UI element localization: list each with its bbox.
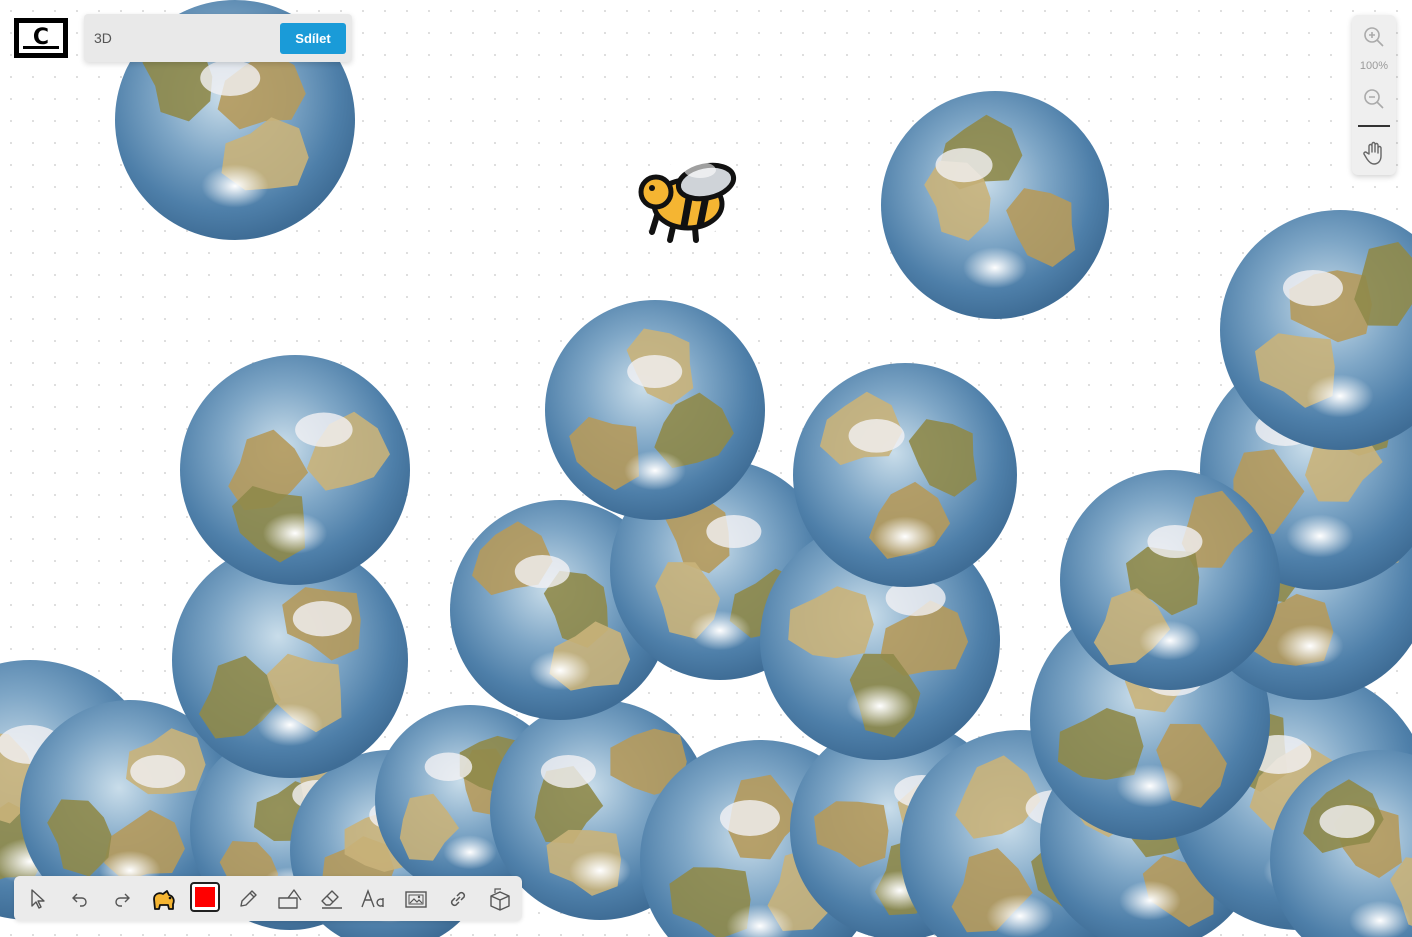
room-name-input[interactable]	[84, 14, 274, 62]
color-picker[interactable]	[190, 882, 220, 912]
eraser-icon[interactable]	[315, 882, 349, 916]
zoom-divider	[1358, 125, 1390, 127]
link-icon[interactable]	[441, 882, 475, 916]
globe-object[interactable]	[1060, 470, 1280, 690]
current-color-swatch	[195, 887, 215, 907]
select-arrow-icon[interactable]	[21, 882, 55, 916]
globe-object[interactable]	[180, 355, 410, 585]
undo-icon[interactable]	[63, 882, 97, 916]
sticker-icon[interactable]	[147, 882, 181, 916]
shapes-icon[interactable]	[273, 882, 307, 916]
text-icon[interactable]	[357, 882, 391, 916]
zoom-out-icon[interactable]	[1352, 83, 1396, 115]
bottom-toolbar	[14, 876, 522, 921]
image-icon[interactable]	[399, 882, 433, 916]
globe-stack	[0, 0, 1412, 937]
zoom-in-icon[interactable]	[1352, 21, 1396, 53]
zoom-panel: 100%	[1352, 15, 1396, 175]
globe-object[interactable]	[881, 91, 1109, 319]
bee-icon[interactable]	[638, 161, 737, 243]
share-button[interactable]: Sdílet	[280, 23, 346, 54]
pencil-icon[interactable]	[231, 882, 265, 916]
globe-object[interactable]	[545, 300, 765, 520]
zoom-level: 100%	[1359, 60, 1389, 72]
logo-icon: C	[19, 23, 63, 53]
3d-object-icon[interactable]	[483, 882, 517, 916]
whiteboard-canvas[interactable]	[0, 0, 1412, 937]
app-logo[interactable]: C	[14, 18, 68, 58]
share-bar: Sdílet	[84, 14, 352, 62]
globe-object[interactable]	[793, 363, 1017, 587]
redo-icon[interactable]	[105, 882, 139, 916]
hand-pan-icon[interactable]	[1352, 137, 1396, 169]
